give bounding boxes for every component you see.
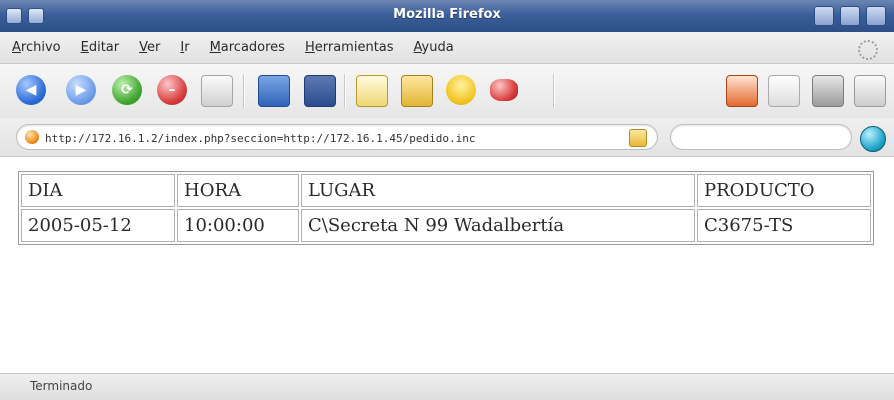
search-box[interactable] xyxy=(670,124,852,150)
table-row: 2005-05-12 10:00:00 C\Secreta N 99 Wadal… xyxy=(21,209,871,242)
fullscreen-icon[interactable] xyxy=(356,75,388,107)
mic-icon[interactable] xyxy=(812,75,844,107)
table-cell: C\Secreta N 99 Wadalbertía xyxy=(301,209,695,242)
url-box[interactable] xyxy=(16,124,658,150)
print-icon[interactable] xyxy=(726,75,758,107)
maximize-button[interactable] xyxy=(840,6,860,26)
throbber-icon xyxy=(858,40,878,60)
paste-icon[interactable] xyxy=(768,75,800,107)
table-cell: C3675-TS xyxy=(697,209,871,242)
toolbar-separator xyxy=(553,74,554,108)
search-go-icon[interactable] xyxy=(860,126,886,152)
window-title: Mozilla Firefox xyxy=(393,7,501,22)
column-header: PRODUCTO xyxy=(697,174,871,207)
search-input[interactable] xyxy=(681,128,845,148)
table-cell: 10:00:00 xyxy=(177,209,299,242)
plugin-icon[interactable] xyxy=(854,75,886,107)
menu-ver[interactable]: Ver xyxy=(137,38,162,57)
status-text: Terminado xyxy=(30,379,93,393)
menu-herramientas[interactable]: Herramientas xyxy=(303,38,396,57)
bulb-icon[interactable] xyxy=(446,75,476,105)
column-header: HORA xyxy=(177,174,299,207)
menu-ir[interactable]: Ir xyxy=(178,38,191,57)
menu-archivo[interactable]: Archivo xyxy=(10,38,63,57)
close-button[interactable] xyxy=(866,6,886,26)
column-header: DIA xyxy=(21,174,175,207)
go-icon[interactable] xyxy=(629,129,647,147)
toolbar-separator xyxy=(243,74,244,108)
stop-icon[interactable]: – xyxy=(157,75,187,105)
window-controls xyxy=(814,6,886,26)
menu-bar: Archivo Editar Ver Ir Marcadores Herrami… xyxy=(0,32,894,64)
title-bar: Mozilla Firefox xyxy=(0,0,894,33)
forward-icon[interactable]: ▶ xyxy=(66,75,96,105)
location-bar xyxy=(0,118,894,157)
chat-icon[interactable] xyxy=(490,79,518,101)
menu-editar[interactable]: Editar xyxy=(79,38,122,57)
url-input[interactable] xyxy=(43,127,617,149)
minimize-button[interactable] xyxy=(814,6,834,26)
new-tab-icon[interactable] xyxy=(258,75,290,107)
page-content: DIA HORA LUGAR PRODUCTO 2005-05-12 10:00… xyxy=(0,157,894,373)
status-bar: Terminado xyxy=(0,373,894,400)
navigation-toolbar: ◀ ▶ ⟳ – xyxy=(0,64,894,119)
home-icon[interactable] xyxy=(201,75,233,107)
table-cell: 2005-05-12 xyxy=(21,209,175,242)
reload-icon[interactable]: ⟳ xyxy=(112,75,142,105)
toolbar-separator xyxy=(344,74,345,108)
column-header: LUGAR xyxy=(301,174,695,207)
orders-table: DIA HORA LUGAR PRODUCTO 2005-05-12 10:00… xyxy=(18,171,874,245)
site-icon xyxy=(25,130,39,144)
edit-icon[interactable] xyxy=(401,75,433,107)
menu-marcadores[interactable]: Marcadores xyxy=(208,38,287,57)
new-window-icon[interactable] xyxy=(304,75,336,107)
menu-ayuda[interactable]: Ayuda xyxy=(412,38,456,57)
back-icon[interactable]: ◀ xyxy=(16,75,46,105)
table-header-row: DIA HORA LUGAR PRODUCTO xyxy=(21,174,871,207)
